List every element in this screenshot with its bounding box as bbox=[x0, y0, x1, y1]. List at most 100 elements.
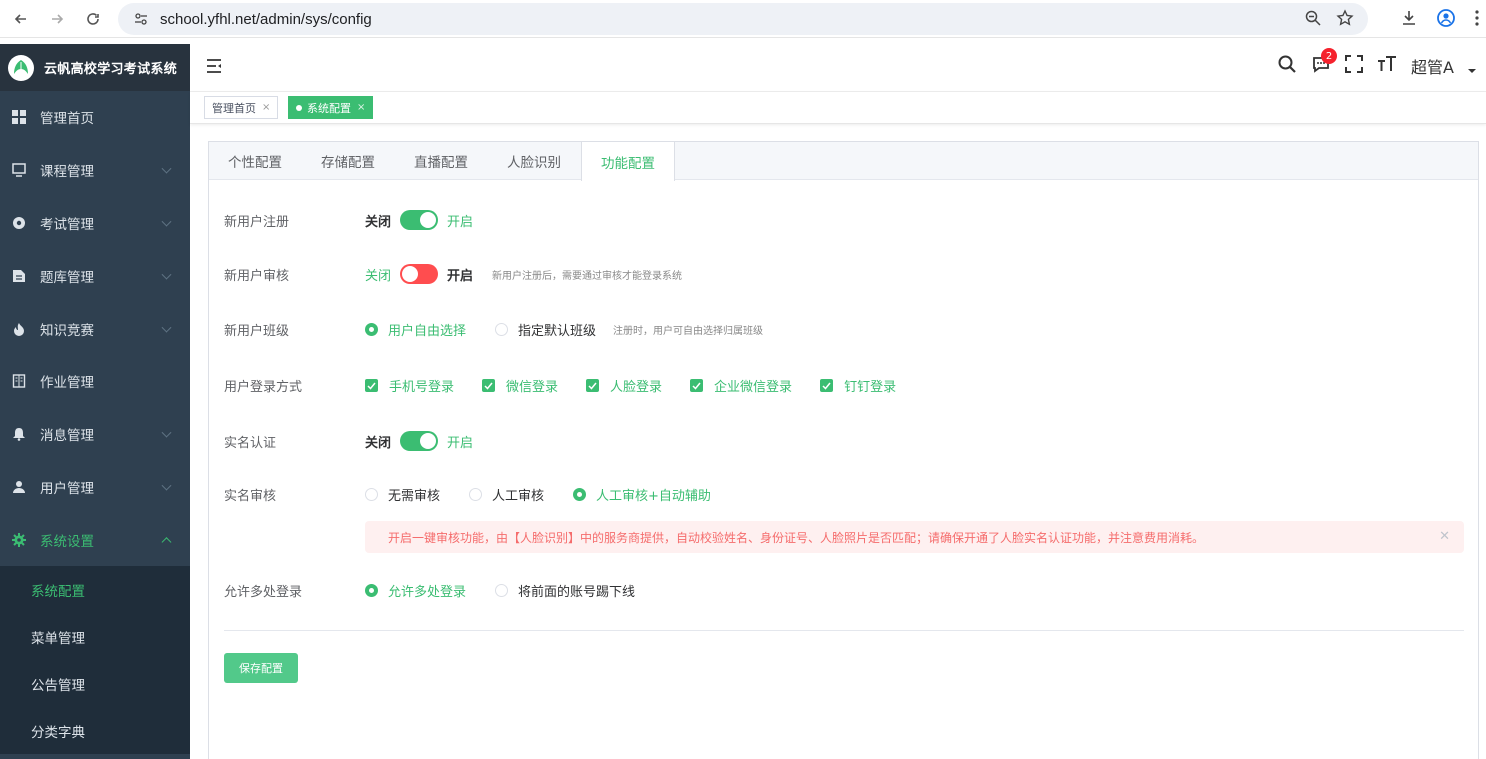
search-icon[interactable] bbox=[1277, 54, 1297, 78]
radio-checked[interactable] bbox=[365, 584, 378, 597]
class-row: 新用户班级 用户自由选择 指定默认班级 注册时，用户可自由选择归属班级 bbox=[224, 320, 763, 339]
class-option-free[interactable]: 用户自由选择 bbox=[365, 320, 466, 339]
more-vert-icon[interactable] bbox=[1474, 9, 1480, 31]
menu-fold-icon[interactable] bbox=[206, 59, 222, 77]
option-label: 人脸登录 bbox=[610, 380, 663, 395]
sidebar-item-user[interactable]: 用户管理 bbox=[0, 461, 190, 514]
audit-hint: 新用户注册后，需要通过审核才能登录系统 bbox=[492, 270, 683, 282]
option-label: 允许多处登录 bbox=[388, 585, 467, 600]
login-option-face[interactable]: 人脸登录 bbox=[586, 376, 662, 395]
audit-on-label: 开启 bbox=[447, 268, 474, 284]
profile-icon[interactable] bbox=[1436, 8, 1456, 32]
multi-login-option-kick[interactable]: 将前面的账号踢下线 bbox=[495, 581, 635, 600]
notification-badge: 2 bbox=[1321, 48, 1338, 64]
checkbox-checked-icon[interactable] bbox=[690, 379, 704, 392]
browser-toolbar: school.yfhl.net/admin/sys/config bbox=[0, 0, 1486, 38]
radio-unchecked[interactable] bbox=[495, 584, 509, 597]
realname-audit-option-none[interactable]: 无需审核 bbox=[365, 485, 440, 504]
tab-feature[interactable]: 功能配置 bbox=[581, 142, 675, 181]
login-option-wecom[interactable]: 企业微信登录 bbox=[690, 376, 792, 395]
sidebar-item-label: 题库管理 bbox=[40, 269, 94, 286]
option-label: 人工审核+自动辅助 bbox=[596, 489, 711, 504]
download-icon[interactable] bbox=[1400, 9, 1418, 31]
sidebar-item-label: 知识竞赛 bbox=[40, 322, 94, 339]
caret-down-icon[interactable] bbox=[1468, 69, 1476, 73]
sidebar-item-label: 管理首页 bbox=[40, 111, 94, 128]
close-icon[interactable]: ✕ bbox=[1439, 529, 1450, 544]
sidebar-item-label: 消息管理 bbox=[40, 428, 94, 445]
login-option-phone[interactable]: 手机号登录 bbox=[365, 376, 454, 395]
radio-unchecked[interactable] bbox=[469, 488, 483, 501]
tab-face[interactable]: 人脸识别 bbox=[488, 142, 581, 180]
fullscreen-icon[interactable] bbox=[1345, 55, 1364, 77]
login-label: 用户登录方式 bbox=[224, 380, 303, 395]
tab-personal[interactable]: 个性配置 bbox=[209, 142, 302, 180]
font-size-icon[interactable] bbox=[1377, 55, 1397, 77]
url-text[interactable]: school.yfhl.net/admin/sys/config bbox=[160, 11, 372, 28]
tag-label: 管理首页 bbox=[212, 101, 256, 115]
active-dot-icon bbox=[296, 104, 302, 111]
audit-switch[interactable] bbox=[400, 264, 439, 284]
option-label: 钉钉登录 bbox=[844, 380, 897, 395]
gear-icon bbox=[11, 532, 27, 548]
multi-login-option-allow[interactable]: 允许多处登录 bbox=[365, 581, 466, 600]
sidebar-item-contest[interactable]: 知识竞赛 bbox=[0, 302, 190, 355]
message-icon[interactable]: 2 bbox=[1311, 48, 1338, 78]
login-option-dingtalk[interactable]: 钉钉登录 bbox=[820, 376, 896, 395]
realname-audit-row: 实名审核 无需审核 人工审核 人工审核+自动辅助 bbox=[224, 485, 740, 504]
sidebar-item-message[interactable]: 消息管理 bbox=[0, 408, 190, 461]
audit-label: 新用户审核 bbox=[224, 268, 290, 284]
tag-home[interactable]: 管理首页 × bbox=[204, 96, 279, 119]
checkbox-checked-icon[interactable] bbox=[482, 379, 496, 392]
login-option-wechat[interactable]: 微信登录 bbox=[482, 376, 558, 395]
sidebar-item-home[interactable]: 管理首页 bbox=[0, 91, 190, 144]
submenu-item-menu[interactable]: 菜单管理 bbox=[0, 613, 190, 660]
realname-audit-option-auto[interactable]: 人工审核+自动辅助 bbox=[573, 485, 711, 504]
option-label: 微信登录 bbox=[506, 380, 559, 395]
forward-icon[interactable] bbox=[46, 8, 68, 30]
save-button[interactable]: 保存配置 bbox=[224, 653, 298, 683]
divider bbox=[224, 630, 1464, 631]
address-bar[interactable]: school.yfhl.net/admin/sys/config bbox=[118, 3, 1368, 35]
sidebar-item-homework[interactable]: 作业管理 bbox=[0, 355, 190, 408]
realname-audit-option-manual[interactable]: 人工审核 bbox=[469, 485, 544, 504]
option-label: 用户自由选择 bbox=[388, 324, 467, 339]
sidebar-item-settings[interactable]: 系统设置 bbox=[0, 513, 190, 566]
radio-checked[interactable] bbox=[573, 488, 587, 501]
chevron-up-icon bbox=[161, 536, 172, 547]
checkbox-checked-icon[interactable] bbox=[365, 379, 378, 392]
checkbox-checked-icon[interactable] bbox=[586, 379, 600, 392]
radio-unchecked[interactable] bbox=[365, 488, 378, 501]
sidebar-item-bank[interactable]: 题库管理 bbox=[0, 249, 190, 302]
tab-live[interactable]: 直播配置 bbox=[395, 142, 488, 180]
tag-config[interactable]: 系统配置 × bbox=[288, 96, 374, 119]
back-icon[interactable] bbox=[10, 8, 32, 30]
close-icon[interactable]: × bbox=[357, 102, 365, 113]
reload-icon[interactable] bbox=[82, 8, 104, 30]
submenu-item-dict[interactable]: 分类字典 bbox=[0, 707, 190, 754]
realname-alert: 开启一键审核功能，由【人脸识别】中的服务商提供，自动校验姓名、身份证号、人脸照片… bbox=[365, 521, 1464, 553]
register-row: 新用户注册 关闭 开启 bbox=[224, 210, 473, 230]
sidebar-item-label: 考试管理 bbox=[40, 216, 94, 233]
bookmark-star-icon[interactable] bbox=[1336, 9, 1354, 31]
checkbox-checked-icon[interactable] bbox=[820, 379, 834, 392]
tab-storage[interactable]: 存储配置 bbox=[302, 142, 395, 180]
close-icon[interactable]: × bbox=[262, 102, 270, 113]
realname-switch[interactable] bbox=[400, 431, 439, 451]
sidebar-item-course[interactable]: 课程管理 bbox=[0, 144, 190, 197]
chevron-down-icon bbox=[161, 269, 172, 280]
zoom-icon[interactable] bbox=[1304, 9, 1322, 31]
register-switch[interactable] bbox=[400, 210, 439, 230]
target-icon bbox=[11, 215, 27, 231]
sidebar-item-exam[interactable]: 考试管理 bbox=[0, 197, 190, 250]
site-info-icon[interactable] bbox=[126, 4, 156, 34]
submenu-item-notice[interactable]: 公告管理 bbox=[0, 660, 190, 707]
logo-row[interactable]: 云帆高校学习考试系统 bbox=[0, 44, 190, 91]
user-name[interactable]: 超管A bbox=[1411, 54, 1454, 78]
radio-unchecked[interactable] bbox=[495, 323, 509, 336]
submenu-item-config[interactable]: 系统配置 bbox=[0, 566, 190, 613]
radio-checked[interactable] bbox=[365, 323, 378, 336]
sidebar: 云帆高校学习考试系统 管理首页 课程管理 考试管理 题库管理 知识竞赛 作业管理… bbox=[0, 44, 190, 759]
class-option-default[interactable]: 指定默认班级 bbox=[495, 320, 596, 339]
monitor-icon bbox=[11, 162, 27, 178]
